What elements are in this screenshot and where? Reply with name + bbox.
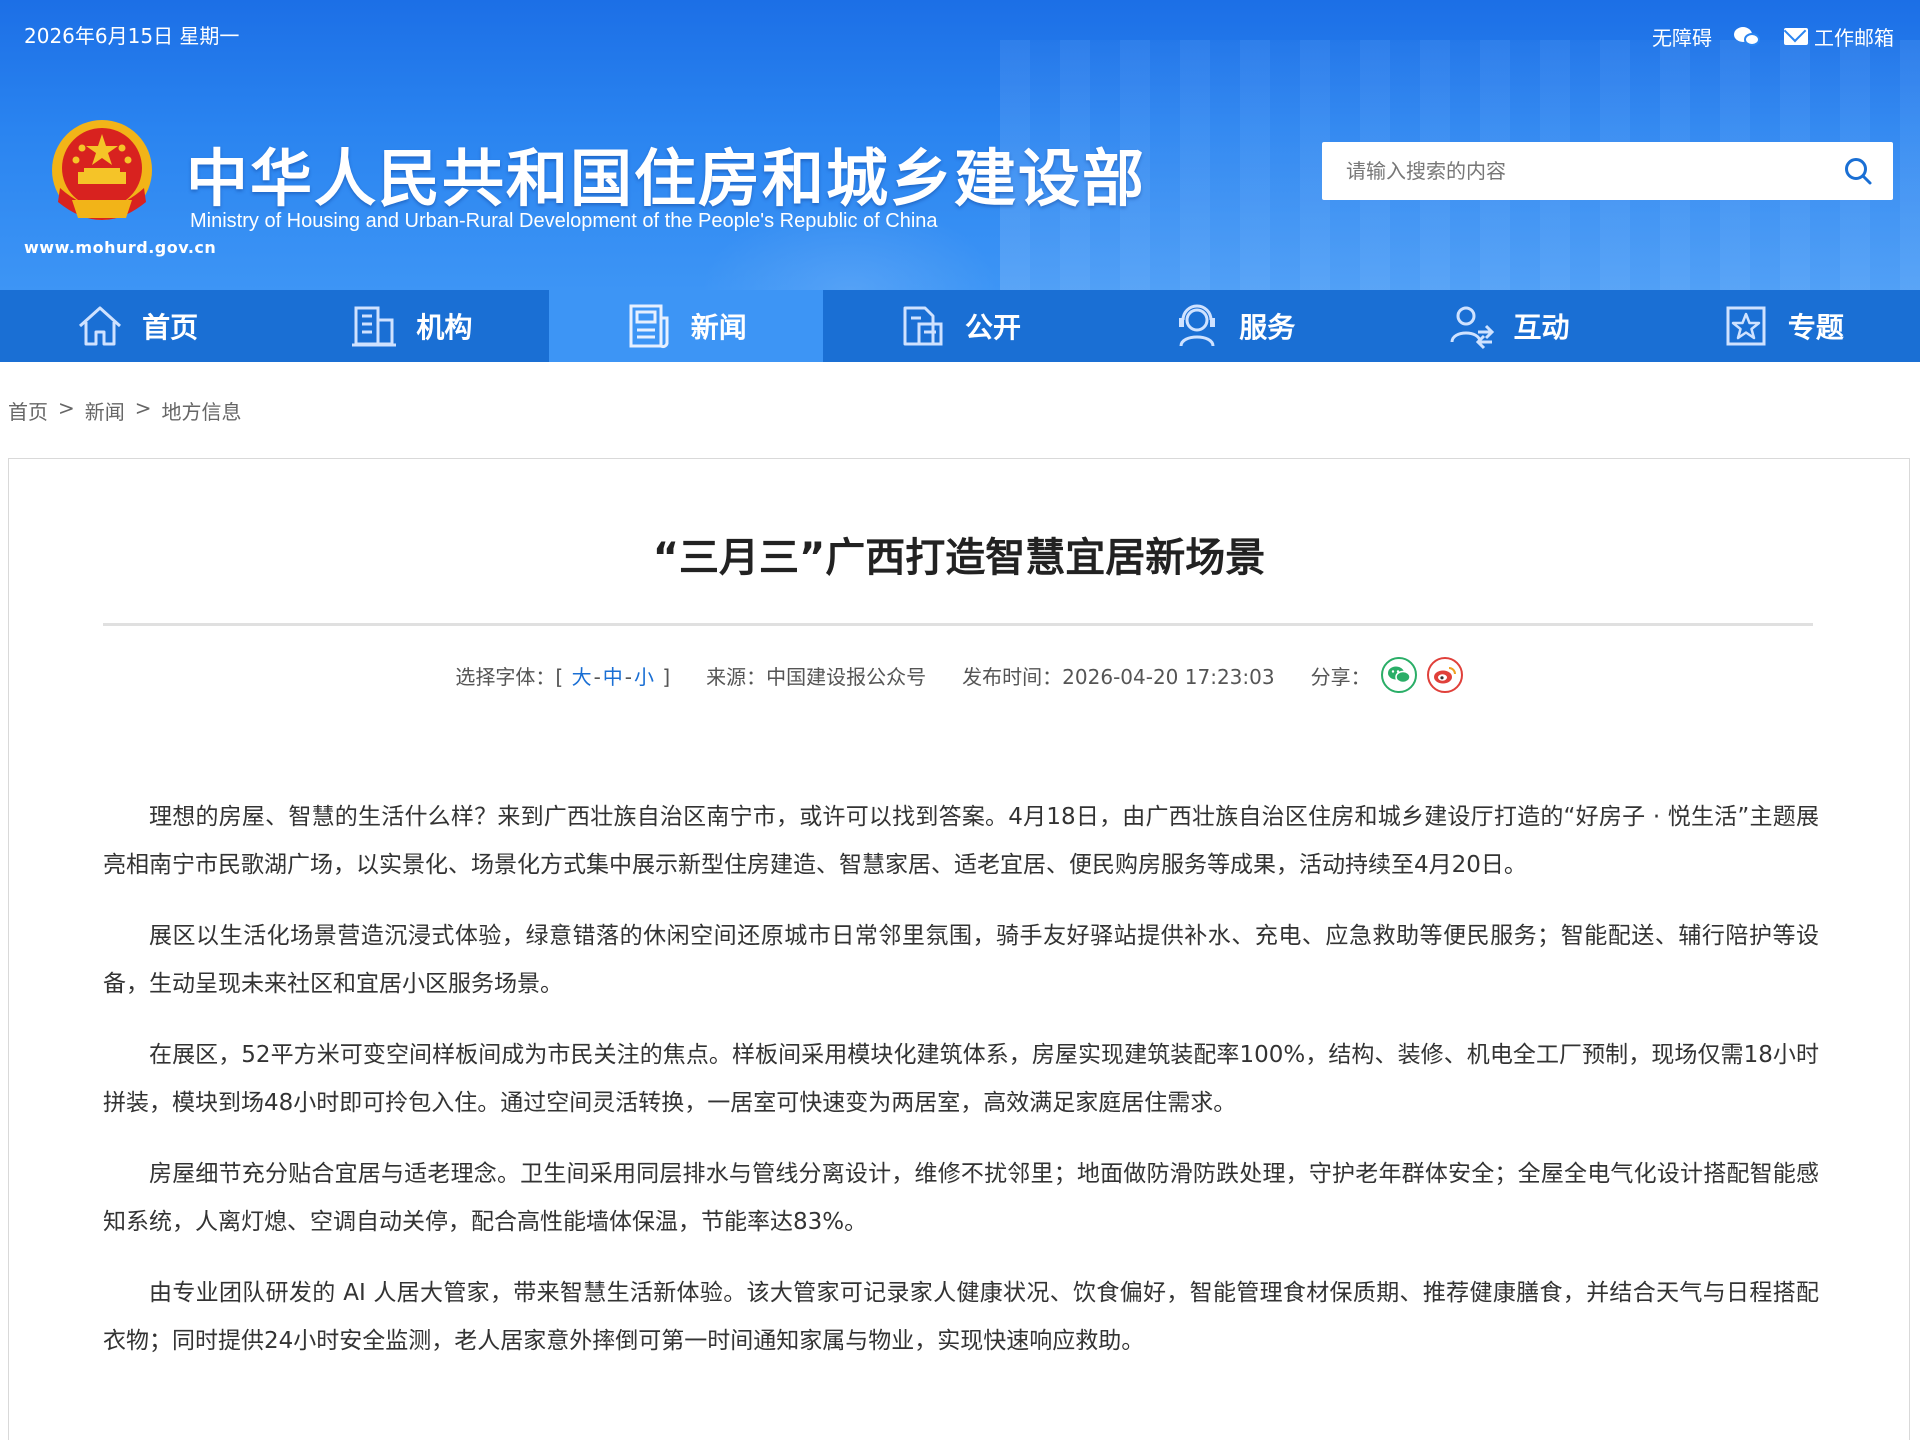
breadcrumb-news[interactable]: 新闻 [85, 396, 125, 425]
work-mail-label: 工作邮箱 [1814, 26, 1894, 50]
search-icon [1845, 158, 1872, 185]
article-paragraph: 在展区，52平方米可变空间样板间成为市民关注的焦点。样板间采用模块化建筑体系，房… [103, 1042, 1819, 1116]
article-body: 理想的房屋、智慧的生活什么样？来到广西壮族自治区南宁市，或许可以找到答案。4月1… [103, 793, 1819, 1388]
nav-item-news[interactable]: 新闻 [548, 290, 823, 362]
wechat-icon [1734, 26, 1762, 48]
nav-label: 专题 [1787, 311, 1844, 344]
font-size-selector: 选择字体：[ 大-中-小 ] [455, 664, 671, 689]
ministry-title-cn: 中华人民共和国住房和城乡建设部 [186, 142, 1147, 215]
article-paragraph: 房屋细节充分贴合宜居与适老理念。卫生间采用同层排水与管线分离设计，维修不扰邻里；… [103, 1161, 1819, 1235]
current-date: 2026年6月15日 星期一 [24, 24, 240, 48]
wechat-icon [1387, 666, 1411, 684]
breadcrumb-local-info[interactable]: 地方信息 [162, 396, 242, 425]
article-meta: 选择字体：[ 大-中-小 ] 来源：中国建设报公众号 发布时间：2026-04-… [9, 657, 1909, 693]
home-icon [79, 306, 122, 346]
breadcrumb-home[interactable]: 首页 [8, 396, 48, 425]
building-icon [352, 306, 397, 347]
interaction-icon [1450, 306, 1494, 350]
document-icon [903, 306, 943, 346]
work-mail-link[interactable]: 工作邮箱 [1784, 22, 1894, 51]
share-bar: 分享： [1311, 657, 1463, 693]
nav-item-home[interactable]: 首页 [0, 290, 274, 362]
breadcrumb-separator: > [58, 396, 75, 420]
weibo-icon [1433, 667, 1456, 684]
nav-item-organization[interactable]: 机构 [274, 290, 548, 362]
font-size-medium[interactable]: 中 [603, 665, 623, 689]
article-paragraph: 理想的房屋、智慧的生活什么样？来到广西壮族自治区南宁市，或许可以找到答案。4月1… [103, 804, 1819, 878]
share-label: 分享： [1310, 664, 1371, 689]
top-links: 无障碍 工作邮箱 [1652, 22, 1894, 51]
nav-label: 新闻 [690, 311, 747, 344]
news-icon [629, 304, 669, 349]
breadcrumb-separator: > [134, 396, 152, 420]
nav-label: 服务 [1239, 311, 1296, 344]
search-box [1322, 142, 1893, 200]
site-url: www.mohurd.gov.cn [24, 238, 217, 257]
nav-item-interaction[interactable]: 互动 [1371, 290, 1645, 362]
national-emblem-icon [52, 120, 152, 220]
article-paragraph: 由专业团队研发的 AI 人居大管家，带来智慧生活新体验。该大管家可记录家人健康状… [103, 1280, 1819, 1354]
share-wechat-button[interactable] [1380, 657, 1417, 693]
article-paragraph: 展区以生活化场景营造沉浸式体验，绿意错落的休闲空间还原城市日常邻里氛围，骑手友好… [103, 923, 1819, 997]
site-header: 2026年6月15日 星期一 无障碍 工作邮箱 www.mohurd.gov.c… [0, 0, 1920, 290]
breadcrumb: 首页 > 新闻 > 地方信息 [8, 396, 242, 425]
search-button[interactable] [1823, 142, 1893, 200]
nav-label: 互动 [1513, 311, 1570, 344]
search-input[interactable] [1322, 143, 1823, 199]
star-icon [1726, 306, 1766, 346]
nav-label: 首页 [142, 311, 199, 344]
accessibility-link[interactable]: 无障碍 [1652, 22, 1712, 51]
nav-item-service[interactable]: 服务 [1097, 290, 1371, 362]
wechat-link[interactable] [1734, 26, 1762, 48]
article-title: “三月三”广西打造智慧宜居新场景 [652, 535, 1266, 581]
main-nav: 首页 机构 新闻 公开 服务 互动 专题 [0, 290, 1920, 362]
font-size-label: 选择字体：[ [455, 664, 564, 689]
nav-label: 公开 [964, 311, 1021, 344]
font-size-close: ] [662, 664, 671, 689]
article-publish-time: 发布时间：2026-04-20 17:23:03 [962, 664, 1275, 689]
share-weibo-button[interactable] [1426, 657, 1463, 693]
service-icon [1179, 304, 1216, 347]
article-container: “三月三”广西打造智慧宜居新场景 选择字体：[ 大-中-小 ] 来源：中国建设报… [8, 458, 1910, 1440]
font-size-large[interactable]: 大 [572, 665, 592, 689]
nav-item-topics[interactable]: 专题 [1646, 290, 1920, 362]
title-divider [103, 623, 1813, 626]
nav-label: 机构 [416, 311, 473, 344]
mail-icon [1784, 28, 1808, 45]
font-size-small[interactable]: 小 [634, 665, 654, 689]
ministry-title-en: Ministry of Housing and Urban-Rural Deve… [190, 210, 938, 232]
article-source: 来源：中国建设报公众号 [706, 664, 927, 689]
nav-item-public[interactable]: 公开 [823, 290, 1097, 362]
